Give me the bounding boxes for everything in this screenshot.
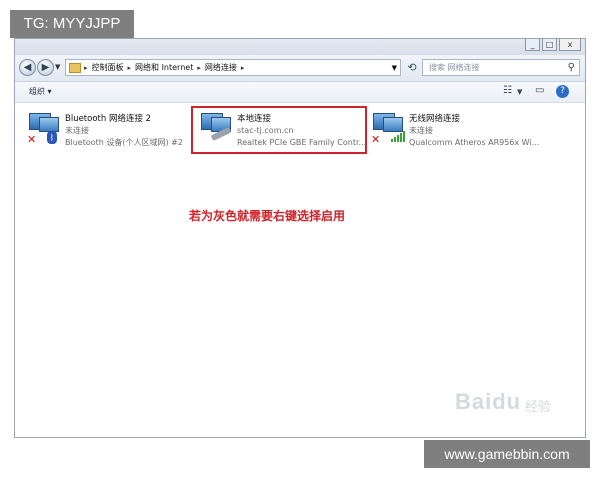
connection-status: 未连接 [409,126,433,135]
control-panel-icon [69,62,81,73]
baidu-logo: Baidu [455,389,522,414]
command-bar: 组织 ▾ ☷ ▼ ▭ ? [15,82,585,103]
jingyan-label: 经验 [525,400,552,415]
breadcrumb-network-internet[interactable]: 网络和 Internet [135,62,193,73]
arrow-left-icon: ◀ [23,62,32,73]
search-placeholder: 搜索 网络连接 [429,63,480,72]
help-icon[interactable]: ? [556,85,569,98]
bluetooth-icon: ᛒ [47,131,57,144]
address-dropdown-icon[interactable]: ▼ [392,64,397,72]
maximize-button[interactable]: □ [542,39,557,51]
watermark-top-left: TG: MYYJJPP [10,10,134,38]
chevron-right-icon: ▸ [197,63,201,72]
bluetooth-adapter-icon: ✕ ᛒ [27,111,61,146]
chevron-right-icon: ▸ [240,63,245,72]
connection-status: 未连接 [65,126,89,135]
disconnected-x-icon: ✕ [27,133,37,146]
chevron-right-icon: ▸ [127,63,132,72]
connection-name: 无线网络连接 [409,114,461,124]
view-options-icon[interactable]: ☷ [503,85,512,96]
minimize-button[interactable]: _ [525,39,540,51]
refresh-icon[interactable]: ⟲ [404,59,420,76]
signal-bars-icon [391,131,405,142]
connections-list: ✕ ᛒ Bluetooth 网络连接 2 未连接 Bluetooth 设备(个人… [15,103,585,437]
breadcrumb-network-connections[interactable]: 网络连接 [205,62,237,73]
connection-device: Qualcomm Atheros AR956x Wi... [409,138,540,147]
view-dropdown-icon[interactable]: ▼ [517,88,522,96]
title-bar: _ □ x [15,39,585,55]
arrow-right-icon: ▶ [41,62,50,73]
watermark-bottom-right: www.gamebbin.com [424,440,590,468]
chevron-right-icon: ▸ [84,63,88,72]
network-connections-window: _ □ x ◀ ▶ ▼ ▸ 控制面板 ▸ 网络和 Internet ▸ 网络连接… [14,38,586,438]
back-button[interactable]: ◀ [19,59,36,76]
annotation-note: 若为灰色就需要右键选择启用 [189,209,346,223]
address-bar-region: ◀ ▶ ▼ ▸ 控制面板 ▸ 网络和 Internet ▸ 网络连接 ▸ ▼ ⟲… [15,55,585,82]
search-icon[interactable]: ⚲ [568,60,575,75]
connection-name: Bluetooth 网络连接 2 [65,114,152,124]
history-dropdown-icon[interactable]: ▼ [55,63,60,71]
preview-pane-icon[interactable]: ▭ [535,85,544,96]
organize-menu-button[interactable]: 组织 ▾ [29,86,52,97]
search-input[interactable]: 搜索 网络连接 ⚲ [422,59,580,76]
highlight-box [191,106,367,154]
close-button[interactable]: x [559,39,581,51]
forward-button[interactable]: ▶ [37,59,54,76]
address-input[interactable]: ▸ 控制面板 ▸ 网络和 Internet ▸ 网络连接 ▸ ▼ [65,59,401,76]
breadcrumb-control-panel[interactable]: 控制面板 [92,62,124,73]
connection-device: Bluetooth 设备(个人区域网) #2 [65,138,183,147]
wireless-adapter-icon: ✕ [371,111,405,146]
disconnected-x-icon: ✕ [371,133,381,146]
